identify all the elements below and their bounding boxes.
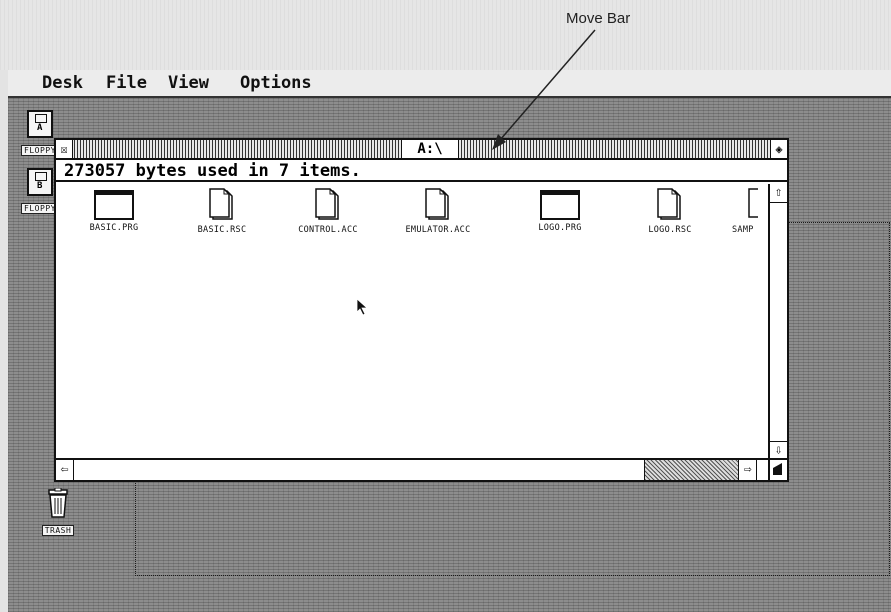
program-icon [540,190,580,220]
move-bar[interactable]: ☒ A:\ ◈ [56,140,787,160]
menu-file[interactable]: File [106,73,147,93]
page-margin: Move Bar [0,0,891,70]
size-box[interactable] [768,460,787,480]
gem-desktop: Desk File View Options A FLOPPY B FLOPPY [8,70,891,612]
file-list: BASIC.PRG BASIC.RSC CONTROL.ACC EMULATOR… [56,184,768,460]
file-item[interactable]: CONTROL.ACC [282,188,374,235]
trash-icon [47,487,69,518]
menu-options[interactable]: Options [240,73,312,93]
file-item[interactable]: BASIC.PRG [68,190,160,233]
file-name: LOGO.RSC [648,225,692,235]
resize-icon [773,463,782,475]
file-item[interactable]: LOGO.PRG [514,190,606,233]
document-icon [209,188,235,222]
document-icon [315,188,341,222]
scroll-right-arrow-icon[interactable]: ⇨ [738,460,757,480]
menu-bar: Desk File View Options [8,70,891,98]
file-name: LOGO.PRG [538,223,582,233]
move-bar-annotation: Move Bar [566,10,631,27]
file-item[interactable]: LOGO.RSC [624,188,716,235]
document-icon [657,188,683,222]
document-icon [425,188,451,222]
file-name: BASIC.PRG [89,223,139,233]
horizontal-scroll-thumb[interactable] [644,460,739,480]
file-name: SAMP [732,225,754,235]
window-info-line: 273057 bytes used in 7 items. [56,160,787,182]
vertical-scrollbar[interactable]: ⇧ ⇩ [768,184,787,460]
trash-label: TRASH [41,525,75,536]
horizontal-scrollbar[interactable]: ⇦ ⇨ [56,458,787,480]
file-name: CONTROL.ACC [298,225,358,235]
scroll-up-arrow-icon[interactable]: ⇧ [770,184,787,203]
program-icon [94,190,134,220]
floppy-disk-icon: B [27,168,53,196]
file-item[interactable]: BASIC.RSC [176,188,268,235]
menu-view[interactable]: View [168,73,209,93]
directory-window: ☒ A:\ ◈ 273057 bytes used in 7 items. BA… [54,138,789,482]
trash-can[interactable]: TRASH [26,487,90,537]
floppy-disk-icon: A [27,110,53,138]
full-box[interactable]: ◈ [770,140,787,158]
document-icon [748,188,758,222]
file-item[interactable]: SAMP [720,188,768,235]
file-name: EMULATOR.ACC [405,225,471,235]
mouse-pointer-icon [356,298,368,316]
scroll-left-arrow-icon[interactable]: ⇦ [56,460,74,480]
menu-desk[interactable]: Desk [42,73,83,93]
window-title: A:\ [401,140,459,158]
close-box[interactable]: ☒ [56,140,73,158]
file-name: BASIC.RSC [197,225,247,235]
file-item[interactable]: EMULATOR.ACC [392,188,484,235]
